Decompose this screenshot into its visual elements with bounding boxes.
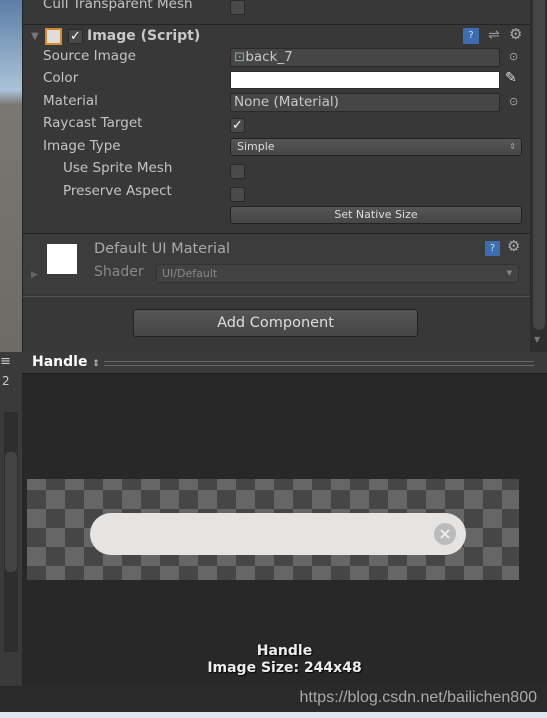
material-field[interactable]: None (Material) bbox=[230, 93, 500, 112]
gear-icon[interactable]: ⚙ bbox=[507, 237, 520, 255]
eyedropper-icon[interactable]: ✎ bbox=[505, 70, 517, 86]
component-title: Image (Script) bbox=[87, 28, 201, 44]
cull-transparent-mesh-checkbox[interactable] bbox=[230, 0, 245, 15]
object-picker-icon[interactable]: ⊙ bbox=[509, 95, 518, 108]
inspector-scrollbar[interactable]: ▼ bbox=[530, 0, 547, 352]
preview-selector[interactable]: Handle ⇕ bbox=[32, 354, 100, 370]
status-bar: https://blog.csdn.net/bailichen800 bbox=[0, 686, 547, 712]
preserve-aspect-label: Preserve Aspect bbox=[63, 183, 172, 199]
source-image-field[interactable]: ⊡back_7 bbox=[230, 48, 500, 67]
material-name: Default UI Material bbox=[94, 241, 230, 257]
menu-icon[interactable]: ≡ bbox=[0, 354, 11, 369]
sprite-icon: ⊡ bbox=[234, 49, 246, 65]
component-enabled-checkbox[interactable]: ✓ bbox=[68, 29, 83, 44]
preset-icon[interactable]: ⇌ bbox=[488, 27, 500, 43]
material-label: Material bbox=[43, 93, 98, 109]
preview-resize-handle[interactable] bbox=[104, 361, 534, 366]
material-preview-thumbnail bbox=[47, 244, 77, 274]
image-type-label: Image Type bbox=[43, 138, 121, 154]
dropdown-arrows-icon: ⇕ bbox=[509, 142, 516, 151]
object-picker-icon[interactable]: ⊙ bbox=[509, 50, 518, 63]
shader-label: Shader bbox=[94, 264, 144, 280]
shader-dropdown[interactable]: UI/Default ▼ bbox=[156, 264, 519, 283]
foldout-arrow-icon[interactable]: ▶ bbox=[31, 270, 38, 280]
raycast-target-checkbox[interactable]: ✓ bbox=[230, 118, 245, 133]
preview-header: Handle ⇕ bbox=[22, 352, 547, 374]
left-scrollbar[interactable] bbox=[4, 412, 18, 652]
set-native-size-button[interactable]: Set Native Size bbox=[230, 206, 522, 224]
gear-icon[interactable]: ⚙ bbox=[509, 25, 522, 43]
dropdown-arrows-icon: ⇕ bbox=[92, 359, 100, 369]
scene-view-edge bbox=[0, 0, 22, 352]
preview-image-size: Image Size: 244x48 bbox=[207, 660, 362, 676]
watermark: https://blog.csdn.net/bailichen800 bbox=[299, 689, 538, 706]
sprite-preview: × bbox=[90, 513, 466, 555]
chevron-down-icon: ▼ bbox=[506, 269, 512, 277]
help-icon[interactable]: ? bbox=[485, 241, 500, 256]
foldout-arrow-icon[interactable]: ▼ bbox=[31, 31, 39, 42]
color-label: Color bbox=[43, 70, 79, 86]
image-type-dropdown[interactable]: Simple ⇕ bbox=[230, 138, 522, 156]
inspector-panel: Cull Transparent Mesh ▼ ✓ Image (Script)… bbox=[22, 0, 531, 352]
add-component-button[interactable]: Add Component bbox=[133, 309, 418, 337]
hierarchy-panel-edge: ≡ 2 bbox=[0, 352, 22, 686]
image-component-icon bbox=[45, 28, 62, 45]
use-sprite-mesh-label: Use Sprite Mesh bbox=[63, 160, 173, 176]
preview-name: Handle bbox=[256, 643, 313, 659]
source-image-label: Source Image bbox=[43, 48, 136, 64]
cull-transparent-mesh-label: Cull Transparent Mesh bbox=[43, 0, 193, 12]
preserve-aspect-checkbox[interactable] bbox=[230, 187, 245, 202]
clear-icon: × bbox=[434, 523, 456, 545]
left-panel-number: 2 bbox=[2, 374, 10, 388]
image-preview: × Handle Image Size: 244x48 bbox=[22, 374, 547, 686]
raycast-target-label: Raycast Target bbox=[43, 115, 143, 131]
use-sprite-mesh-checkbox[interactable] bbox=[230, 164, 245, 179]
help-icon[interactable]: ? bbox=[463, 28, 479, 44]
material-section: ▶ Default UI Material Shader UI/Default ▼… bbox=[23, 234, 531, 293]
color-field[interactable] bbox=[230, 71, 500, 89]
